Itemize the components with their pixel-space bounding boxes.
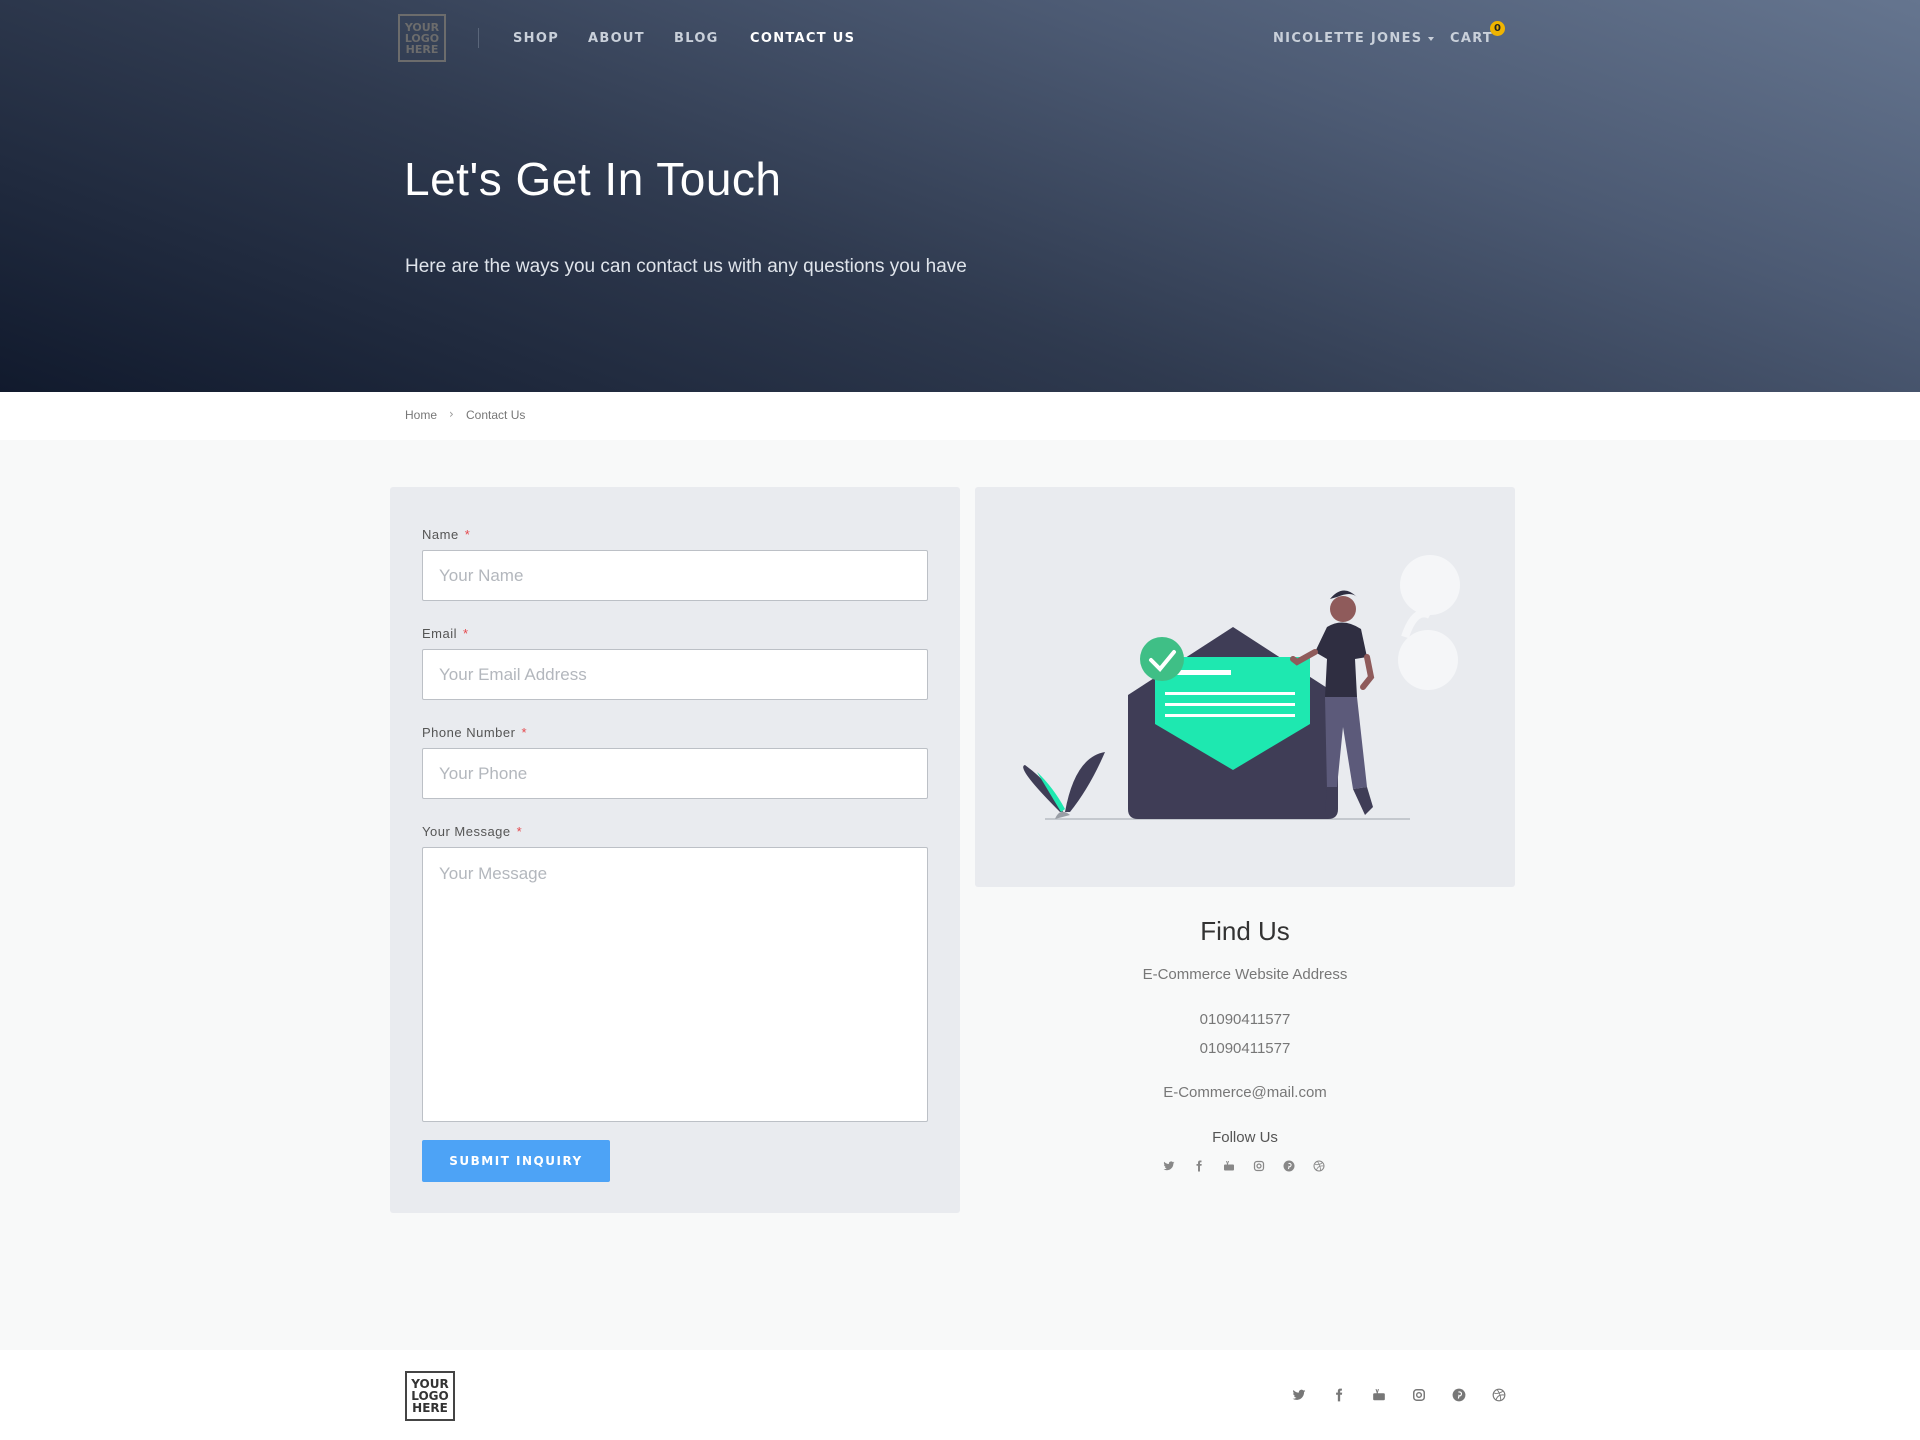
pinterest-icon[interactable] — [1451, 1387, 1467, 1403]
footer: YOUR LOGO HERE — [0, 1350, 1920, 1440]
message-textarea[interactable] — [422, 847, 928, 1122]
footer-social-links — [1291, 1387, 1507, 1403]
page-subtitle: Here are the ways you can contact us wit… — [405, 256, 967, 277]
required-mark: * — [463, 626, 469, 641]
logo-line: HERE — [405, 42, 439, 56]
hero-banner: YOUR LOGO HERE SHOP ABOUT BLOG CONTACT U… — [0, 0, 1920, 392]
contact-form: Name * Email * Phone Number * Your Message *… — [390, 487, 960, 1213]
logo-line: HERE — [412, 1401, 448, 1415]
footer-logo[interactable]: YOUR LOGO HERE — [405, 1371, 455, 1421]
nav-shop[interactable]: SHOP — [513, 31, 559, 46]
pinterest-icon[interactable] — [1281, 1158, 1297, 1174]
nav-about[interactable]: ABOUT — [588, 31, 645, 46]
cart-link[interactable]: CART — [1450, 31, 1493, 46]
instagram-icon[interactable] — [1251, 1158, 1267, 1174]
phone-input[interactable] — [422, 748, 928, 799]
required-mark: * — [464, 527, 471, 542]
dribbble-icon[interactable] — [1491, 1387, 1507, 1403]
find-us-title: Find Us — [1200, 916, 1290, 946]
message-label-text: Your Message — [422, 824, 511, 839]
youtube-icon[interactable] — [1221, 1158, 1237, 1174]
instagram-icon[interactable] — [1411, 1387, 1427, 1403]
required-mark: * — [516, 824, 523, 839]
phone-text: 01090411577 — [1199, 1040, 1291, 1057]
breadcrumb-current: Contact Us — [466, 408, 526, 422]
email-label-text: Email — [422, 626, 458, 641]
mail-illustration — [1023, 555, 1460, 820]
contact-illustration-card — [975, 487, 1515, 887]
breadcrumb: Home › Contact Us — [0, 392, 1920, 440]
submit-inquiry-button[interactable]: SUBMIT INQUIRY — [422, 1140, 610, 1182]
twitter-icon[interactable] — [1161, 1158, 1177, 1174]
twitter-icon[interactable] — [1291, 1387, 1307, 1403]
breadcrumb-separator: › — [449, 407, 454, 421]
name-input[interactable] — [422, 550, 928, 601]
page-title: Let's Get In Touch — [404, 153, 782, 205]
email-label: Email * — [422, 626, 469, 641]
required-mark: * — [521, 725, 528, 740]
cart-count-badge: 0 — [1490, 21, 1505, 36]
user-name: NICOLETTE JONES — [1273, 31, 1423, 46]
youtube-icon[interactable] — [1371, 1387, 1387, 1403]
address-text: E-Commerce Website Address — [1142, 966, 1348, 983]
nav-divider — [478, 28, 479, 48]
message-label: Your Message * — [422, 824, 522, 839]
caret-down-icon — [1428, 36, 1435, 41]
phone-label: Phone Number * — [422, 725, 527, 740]
nav-blog[interactable]: BLOG — [674, 31, 719, 46]
name-label-text: Name — [422, 527, 459, 542]
breadcrumb-home[interactable]: Home — [405, 408, 437, 422]
header-logo[interactable]: YOUR LOGO HERE — [398, 14, 446, 62]
email-text[interactable]: E-Commerce@mail.com — [975, 1084, 1515, 1101]
name-label: Name * — [422, 527, 470, 542]
phone-text: 01090411577 — [1199, 1011, 1291, 1028]
social-links — [1161, 1158, 1327, 1174]
phone-label-text: Phone Number — [422, 725, 516, 740]
logo-line: LOGO — [404, 31, 440, 45]
logo-line: YOUR — [404, 20, 440, 34]
follow-us-label: Follow Us — [1212, 1129, 1278, 1146]
facebook-icon[interactable] — [1331, 1387, 1347, 1403]
dribbble-icon[interactable] — [1311, 1158, 1327, 1174]
email-input[interactable] — [422, 649, 928, 700]
facebook-icon[interactable] — [1191, 1158, 1207, 1174]
nav-contact-us[interactable]: CONTACT US — [750, 31, 855, 46]
user-menu[interactable]: NICOLETTE JONES — [1273, 31, 1435, 46]
